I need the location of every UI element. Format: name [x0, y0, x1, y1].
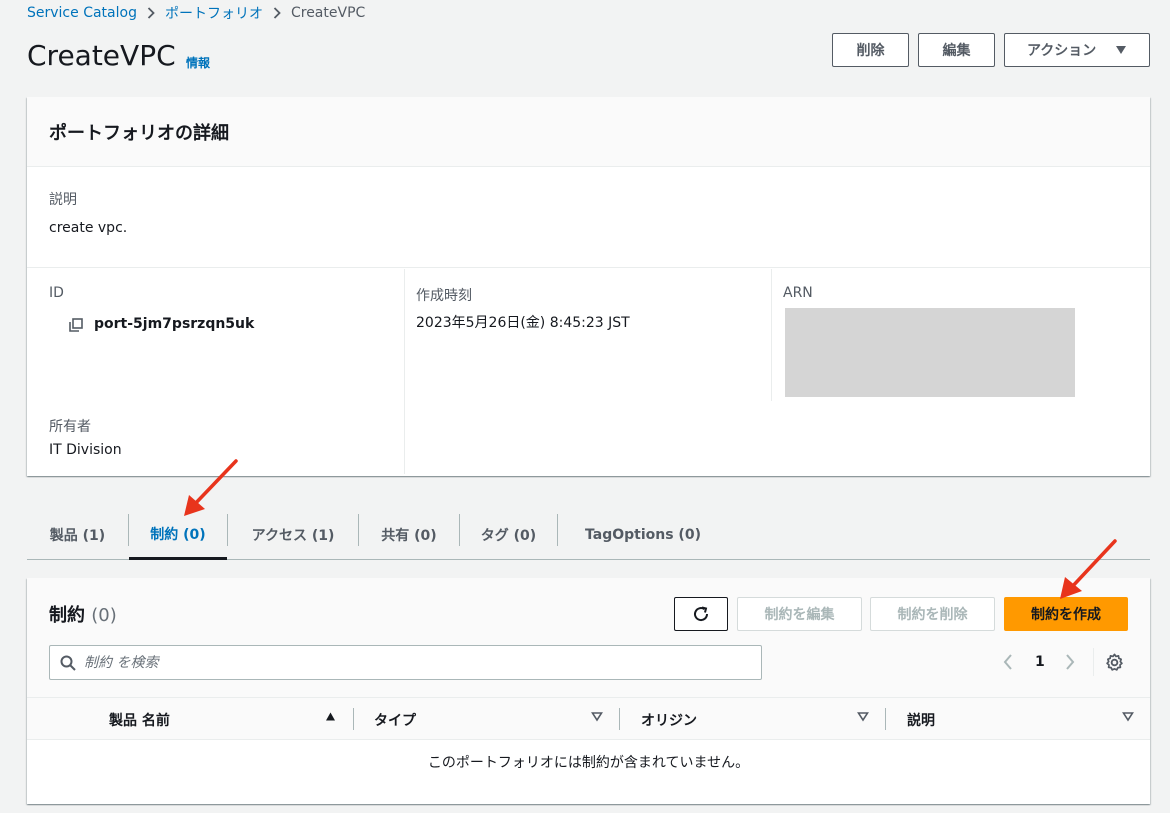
annotation-arrow-icon [1060, 539, 1117, 599]
refresh-icon [694, 606, 709, 622]
sort-icon[interactable] [857, 711, 869, 722]
divider [27, 267, 1150, 268]
panel-header: ポートフォリオの詳細 [27, 97, 1150, 167]
sort-icon[interactable] [591, 711, 603, 722]
page-number[interactable]: 1 [1035, 654, 1045, 670]
delete-constraint-button[interactable]: 制約を削除 [870, 597, 995, 631]
chevron-left-icon[interactable] [1003, 654, 1013, 674]
constraints-title-text: 制約 [49, 605, 85, 626]
chevron-right-icon[interactable] [1065, 654, 1075, 674]
tab-sharing[interactable]: 共有 (0) [359, 510, 459, 560]
tab-access[interactable]: アクセス (1) [228, 510, 358, 560]
pagination-divider [1093, 648, 1094, 676]
constraints-panel: 制約 (0) 制約を編集 制約を削除 制約を作成 1 製品 名前 タイプ オリジ… [27, 578, 1150, 804]
id-value: port-5jm7psrzqn5uk [94, 316, 255, 332]
breadcrumb: Service Catalog ポートフォリオ CreateVPC [27, 4, 365, 22]
refresh-button[interactable] [674, 597, 728, 631]
breadcrumb-portfolio[interactable]: ポートフォリオ [165, 3, 263, 23]
caret-down-icon [1116, 46, 1126, 54]
created-value: 2023年5月26日(金) 8:45:23 JST [416, 315, 630, 331]
edit-constraint-button[interactable]: 制約を編集 [737, 597, 862, 631]
tab-products[interactable]: 製品 (1) [27, 510, 128, 560]
arn-label: ARN [783, 285, 813, 301]
column-product-name[interactable]: 製品 名前 [109, 710, 170, 730]
column-origin[interactable]: オリジン [641, 710, 697, 730]
created-label: 作成時刻 [416, 288, 472, 304]
empty-state-message: このポートフォリオには制約が含まれていません。 [427, 755, 750, 771]
divider [404, 269, 405, 474]
column-divider[interactable] [619, 708, 620, 730]
breadcrumb-current: CreateVPC [290, 5, 366, 21]
gear-icon[interactable] [1105, 653, 1124, 676]
column-type[interactable]: タイプ [374, 710, 416, 730]
actions-menu-label: アクション [1027, 43, 1097, 59]
annotation-arrow-icon [184, 459, 238, 516]
arn-redacted-value [785, 308, 1075, 397]
description-label: 説明 [49, 192, 77, 208]
tab-tags[interactable]: タグ (0) [460, 510, 557, 560]
divider [771, 269, 772, 401]
breadcrumb-service-catalog[interactable]: Service Catalog [27, 5, 137, 21]
chevron-right-icon [273, 7, 281, 19]
edit-button[interactable]: 編集 [918, 33, 995, 67]
search-box [49, 645, 762, 680]
id-label: ID [49, 285, 64, 301]
search-input[interactable] [84, 654, 684, 671]
table-header: 製品 名前 タイプ オリジン 説明 [27, 697, 1150, 740]
column-divider[interactable] [885, 708, 886, 730]
copy-icon[interactable] [69, 318, 83, 336]
constraints-title: 制約 (0) [49, 601, 117, 627]
sort-ascending-icon[interactable] [325, 711, 336, 722]
actions-menu-button[interactable]: アクション [1004, 33, 1150, 67]
constraints-count: (0) [91, 605, 117, 626]
page-title: CreateVPC [27, 39, 176, 72]
chevron-right-icon [147, 7, 155, 19]
column-divider[interactable] [353, 708, 354, 730]
search-icon [60, 655, 76, 671]
portfolio-details-panel: ポートフォリオの詳細 説明 create vpc. ID port-5jm7ps… [27, 97, 1150, 476]
description-value: create vpc. [49, 220, 128, 236]
column-description[interactable]: 説明 [907, 710, 935, 730]
owner-value: IT Division [49, 442, 122, 458]
owner-label: 所有者 [49, 419, 91, 435]
sort-icon[interactable] [1122, 711, 1134, 722]
delete-button[interactable]: 削除 [832, 33, 909, 67]
info-link[interactable]: 情報 [186, 54, 210, 71]
tab-tagoptions[interactable]: TagOptions (0) [558, 510, 728, 560]
